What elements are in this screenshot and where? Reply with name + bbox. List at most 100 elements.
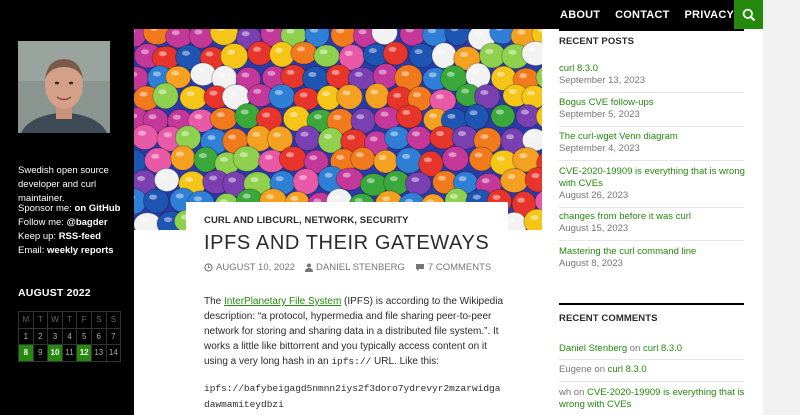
post-author[interactable]: DANIEL STENBERG: [305, 262, 405, 273]
recent-comment-item: wh on CVE-2020-19909 is everything that …: [559, 387, 749, 411]
code-line: dawmamiteydbzi: [204, 399, 284, 410]
candy-image: [134, 29, 542, 230]
recent-post-item: Mastering the curl command line August 8…: [559, 246, 749, 270]
profile-links: Sponsor me: on GitHub Follow me: @bagder…: [18, 202, 134, 258]
calendar-table: M T W T F S S 1 2 3 4 5 6 7 8 9 10 11 12…: [18, 311, 122, 362]
category-network[interactable]: NETWORK: [305, 215, 355, 226]
search-icon: [742, 8, 755, 21]
divider: [559, 381, 744, 382]
follow-link[interactable]: @bagder: [67, 217, 108, 228]
recent-post-date: September 4, 2023: [559, 143, 640, 154]
comment-post-link[interactable]: curl 8.3.0: [608, 364, 647, 375]
recent-post-link[interactable]: Bogus CVE follow-ups: [559, 97, 749, 109]
calendar-week-row: 8 9 10 11 12 13 14: [18, 344, 122, 362]
follow-label: Follow me:: [18, 217, 64, 228]
post-comments-text: 7 COMMENTS: [427, 262, 492, 273]
recent-post-item: changes from before it was curl August 1…: [559, 211, 749, 235]
calendar-header: S: [105, 311, 122, 329]
category-security[interactable]: SECURITY: [360, 215, 409, 226]
calendar-day: 3: [47, 327, 63, 346]
calendar-header: F: [76, 311, 92, 329]
post-body: The InterPlanetary File System (IPFS) is…: [204, 294, 504, 369]
page-scrollbar[interactable]: [763, 0, 800, 415]
divider: [559, 92, 744, 93]
divider: [559, 207, 744, 208]
calendar-day: 11: [61, 344, 78, 362]
comment-icon: [415, 264, 424, 271]
recent-comment-item: Daniel Stenberg on curl 8.3.0: [559, 343, 749, 355]
sponsor-label: Sponsor me:: [18, 203, 72, 214]
calendar-day-link[interactable]: 8: [18, 344, 34, 362]
recent-post-link[interactable]: The curl-wget Venn diagram: [559, 131, 749, 143]
nav-about[interactable]: ABOUT: [560, 9, 600, 21]
comment-on-text: on: [627, 343, 643, 354]
nav-privacy[interactable]: PRIVACY: [685, 9, 734, 21]
calendar-header: W: [47, 311, 63, 329]
clock-icon: [204, 263, 213, 272]
inline-code: ipfs://: [331, 356, 372, 367]
calendar-day: 14: [105, 344, 122, 362]
calendar-day: 1: [18, 327, 34, 346]
ipfs-link[interactable]: InterPlanetary File System: [224, 296, 341, 307]
calendar-day-link[interactable]: 12: [76, 344, 92, 362]
code-block: ipfs://bafybeigagd5nmnn2iys2f3doro7ydrev…: [204, 381, 500, 413]
comment-on-text: on: [571, 387, 588, 398]
search-button[interactable]: [734, 0, 763, 29]
calendar-title: AUGUST 2022: [18, 287, 91, 299]
email-row: Email: weekly reports: [18, 244, 134, 258]
calendar-header-row: M T W T F S S: [18, 311, 122, 329]
code-line: ipfs://bafybeigagd5nmnn2iys2f3doro7ydrev…: [204, 383, 501, 394]
divider: [559, 126, 744, 127]
widget-top-rule: [559, 303, 744, 305]
widget-top-rule: [559, 29, 744, 31]
intro-text: URL. Like this:: [371, 356, 440, 367]
recent-post-date: August 26, 2023: [559, 190, 629, 201]
recent-post-date: August 15, 2023: [559, 223, 629, 234]
comment-author-link[interactable]: Daniel Stenberg: [559, 343, 627, 354]
post-title[interactable]: IPFS AND THEIR GATEWAYS: [204, 232, 489, 255]
sponsor-link[interactable]: on GitHub: [75, 203, 121, 214]
comment-post-link[interactable]: curl 8.3.0: [643, 343, 682, 354]
post-categories: CURL AND LIBCURL, NETWORK, SECURITY: [204, 215, 409, 226]
comment-author: Eugene: [559, 364, 592, 375]
post-comments-link[interactable]: 7 COMMENTS: [415, 262, 491, 273]
recent-post-date: September 5, 2023: [559, 109, 640, 120]
calendar-header: S: [90, 311, 107, 329]
recent-post-link[interactable]: Mastering the curl command line: [559, 246, 749, 258]
recent-post-item: CVE-2020-19909 is everything that is wro…: [559, 166, 749, 202]
recent-posts-title: RECENT POSTS: [559, 36, 635, 47]
top-bar: ABOUT CONTACT PRIVACY: [0, 0, 763, 29]
avatar: [18, 41, 110, 133]
post-date[interactable]: AUGUST 10, 2022: [204, 262, 295, 273]
post-byline: AUGUST 10, 2022 DANIEL STENBERG 7 COMMEN…: [204, 262, 491, 273]
divider: [559, 160, 744, 161]
intro-text: The: [204, 296, 225, 307]
keepup-label: Keep up:: [18, 231, 57, 242]
calendar-day-link[interactable]: 10: [47, 344, 63, 362]
calendar-day: 5: [76, 327, 92, 346]
recent-post-link[interactable]: CVE-2020-19909 is everything that is wro…: [559, 166, 749, 190]
recent-post-date: August 8, 2023: [559, 258, 623, 269]
divider: [559, 359, 744, 360]
rss-link[interactable]: RSS-feed: [59, 231, 101, 242]
calendar-day: 13: [90, 344, 107, 362]
recent-post-item: curl 8.3.0 September 13, 2023: [559, 63, 749, 87]
top-nav: ABOUT CONTACT PRIVACY: [545, 0, 734, 29]
recent-comment-item: Eugene on curl 8.3.0: [559, 364, 749, 376]
category-curl[interactable]: CURL AND LIBCURL: [204, 215, 299, 226]
comment-post-link[interactable]: CVE-2020-19909 is everything that is wro…: [559, 387, 744, 410]
recent-post-item: Bogus CVE follow-ups September 5, 2023: [559, 97, 749, 121]
divider: [559, 240, 744, 241]
recent-post-link[interactable]: changes from before it was curl: [559, 211, 749, 223]
user-icon: [305, 263, 314, 272]
post-date-text: AUGUST 10, 2022: [216, 262, 296, 273]
nav-contact[interactable]: CONTACT: [615, 9, 669, 21]
email-link[interactable]: weekly reports: [47, 245, 114, 256]
recent-post-item: The curl-wget Venn diagram September 4, …: [559, 131, 749, 155]
recent-post-link[interactable]: curl 8.3.0: [559, 63, 749, 75]
featured-image[interactable]: [134, 29, 542, 230]
calendar-day: 2: [32, 327, 49, 346]
calendar-day: 7: [105, 327, 122, 346]
calendar-header: T: [32, 311, 49, 329]
post-author-text: DANIEL STENBERG: [316, 262, 405, 273]
